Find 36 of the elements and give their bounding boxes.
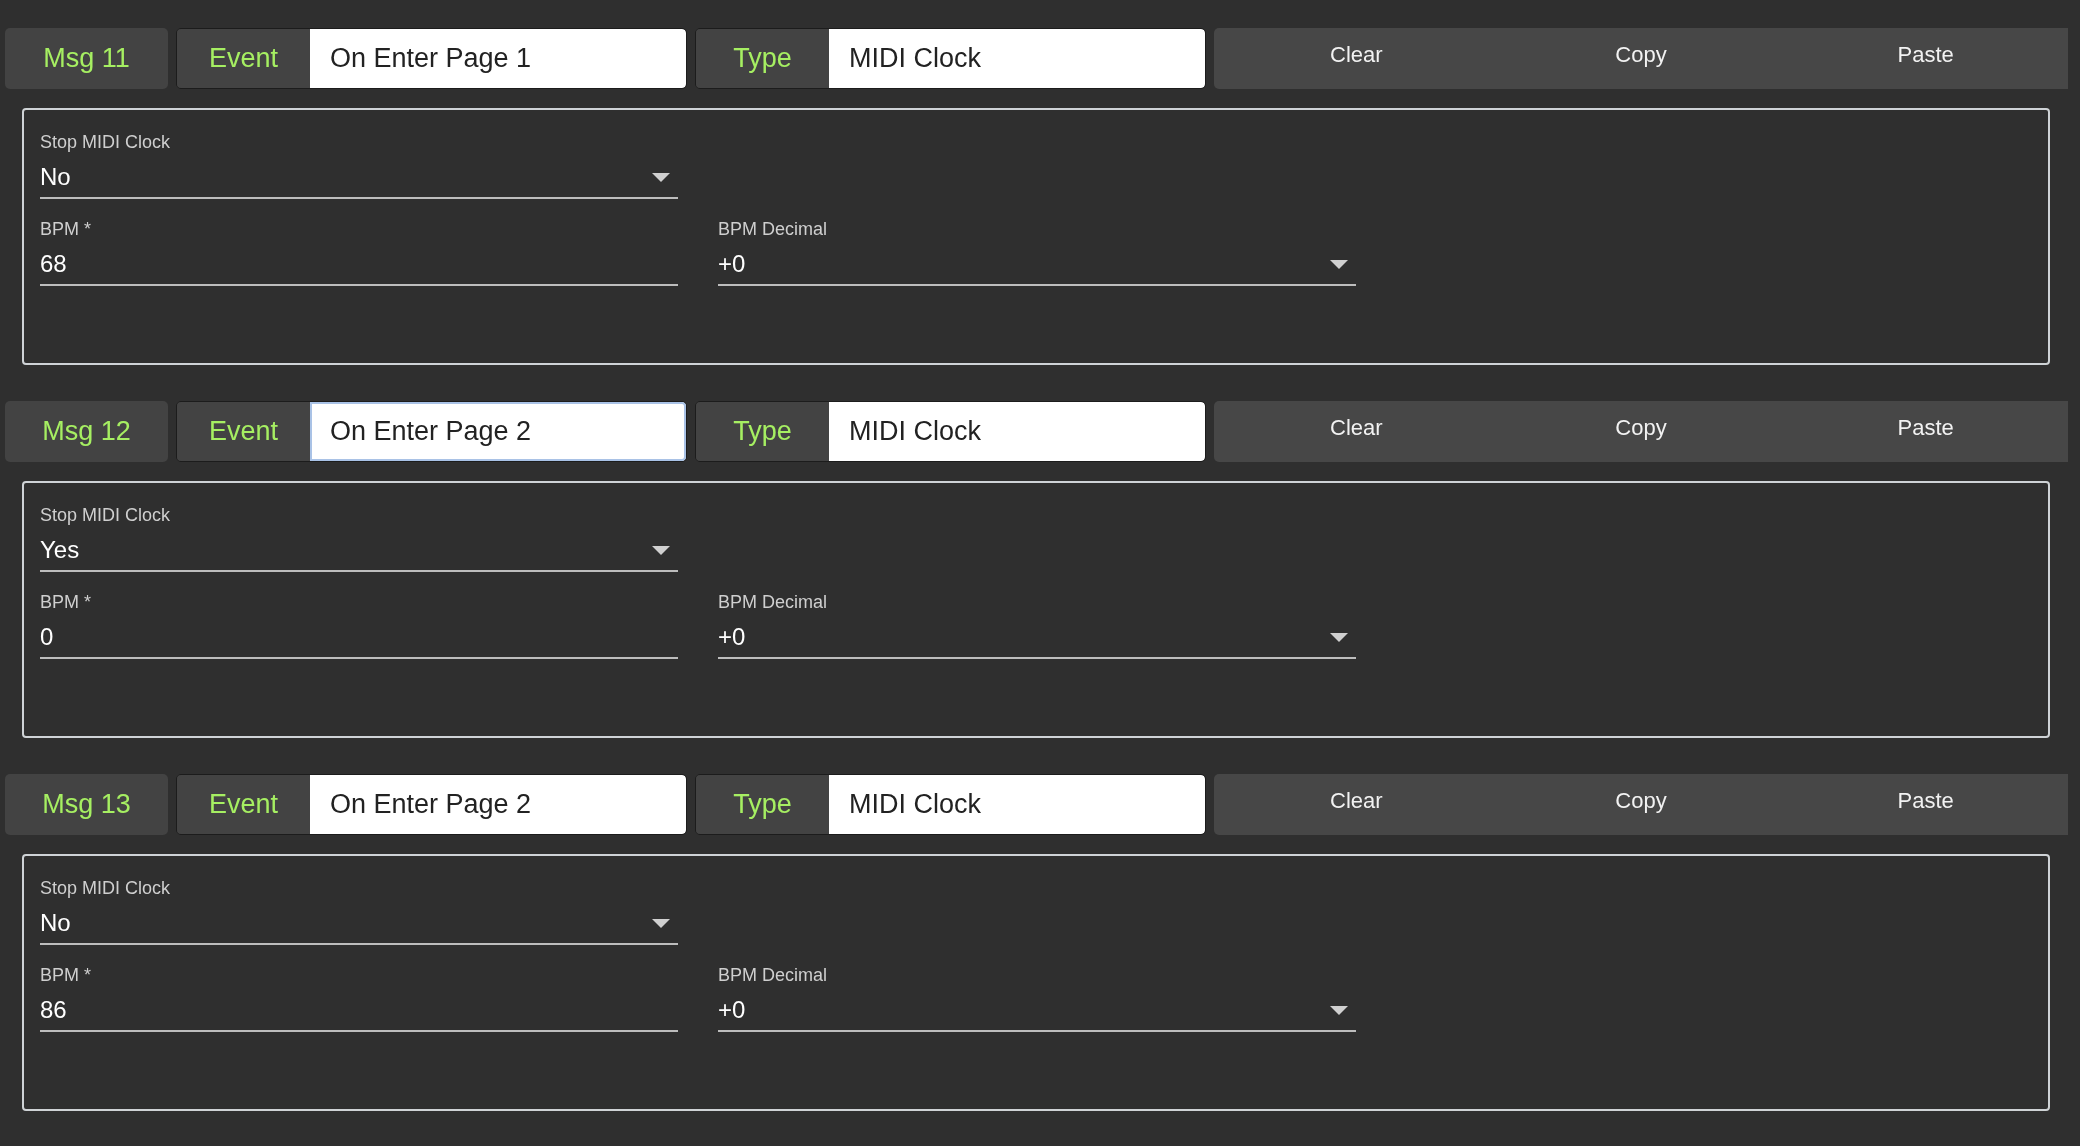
- caret-icon: [1330, 1005, 1348, 1015]
- field-label: BPM *: [40, 592, 92, 613]
- select-field[interactable]: Yes: [40, 530, 678, 572]
- select-field[interactable]: +0: [718, 244, 1356, 286]
- select-field[interactable]: +0: [718, 617, 1356, 659]
- input-field[interactable]: 0: [40, 617, 678, 659]
- field-label: Stop MIDI Clock: [40, 878, 172, 899]
- field-label: BPM *: [40, 219, 92, 240]
- message-label: Msg 12: [5, 401, 168, 462]
- action-button[interactable]: Copy: [1498, 401, 1784, 454]
- caret-icon: [1330, 632, 1348, 642]
- action-button[interactable]: Clear: [1214, 774, 1499, 827]
- caret-icon: [652, 545, 670, 555]
- action-button[interactable]: Copy: [1498, 774, 1784, 827]
- field-label: BPM Decimal: [718, 219, 829, 240]
- select-field[interactable]: No: [40, 903, 678, 945]
- caret-icon: [1330, 259, 1348, 269]
- action-button[interactable]: Paste: [1783, 28, 2068, 81]
- caret-icon: [652, 172, 670, 182]
- message-label: Msg 13: [5, 774, 168, 835]
- input-field[interactable]: 86: [40, 990, 678, 1032]
- field-label: Stop MIDI Clock: [40, 132, 172, 153]
- action-button[interactable]: Paste: [1783, 774, 2068, 827]
- field-label: Stop MIDI Clock: [40, 505, 172, 526]
- input-field[interactable]: 68: [40, 244, 678, 286]
- action-button[interactable]: Clear: [1214, 401, 1499, 454]
- action-button[interactable]: Paste: [1783, 401, 2068, 454]
- field-label: BPM *: [40, 965, 92, 986]
- caret-icon: [652, 918, 670, 928]
- select-field[interactable]: No: [40, 157, 678, 199]
- field-label: BPM Decimal: [718, 592, 829, 613]
- message-label: Msg 11: [5, 28, 168, 89]
- action-button[interactable]: Clear: [1214, 28, 1499, 81]
- action-button[interactable]: Copy: [1498, 28, 1784, 81]
- select-field[interactable]: +0: [718, 990, 1356, 1032]
- field-label: BPM Decimal: [718, 965, 829, 986]
